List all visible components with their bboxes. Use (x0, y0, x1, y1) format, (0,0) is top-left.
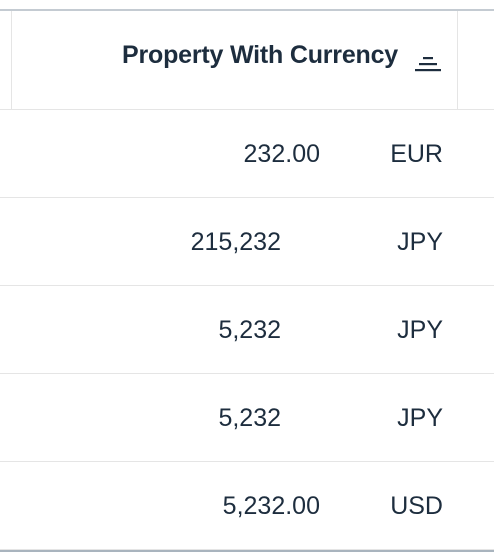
table-bottom-border (0, 550, 494, 552)
sort-descending-icon[interactable] (414, 57, 442, 81)
currency-code: EUR (390, 140, 443, 168)
column-header[interactable]: Property With Currency (0, 11, 494, 110)
currency-code: JPY (397, 404, 443, 432)
amount-cell: 5,232.00 (222, 492, 320, 520)
table-row[interactable]: 5,232 JPY (0, 286, 494, 374)
amount-cell: 5,232 (218, 404, 281, 432)
currency-table: Property With Currency 232.00 EUR 215,23… (0, 0, 494, 556)
table-row[interactable]: 215,232 JPY (0, 198, 494, 286)
column-header-label: Property With Currency (122, 41, 398, 69)
amount-cell: 215,232 (190, 228, 281, 256)
table-row[interactable]: 5,232 JPY (0, 374, 494, 462)
currency-code: JPY (397, 316, 443, 344)
table-row[interactable]: 5,232.00 USD (0, 462, 494, 550)
currency-code: USD (390, 492, 443, 520)
table-row[interactable]: 232.00 EUR (0, 110, 494, 198)
currency-code: JPY (397, 228, 443, 256)
column-divider-left (0, 11, 12, 109)
column-divider-right (457, 11, 458, 109)
amount-cell: 232.00 (243, 140, 320, 168)
amount-cell: 5,232 (218, 316, 281, 344)
